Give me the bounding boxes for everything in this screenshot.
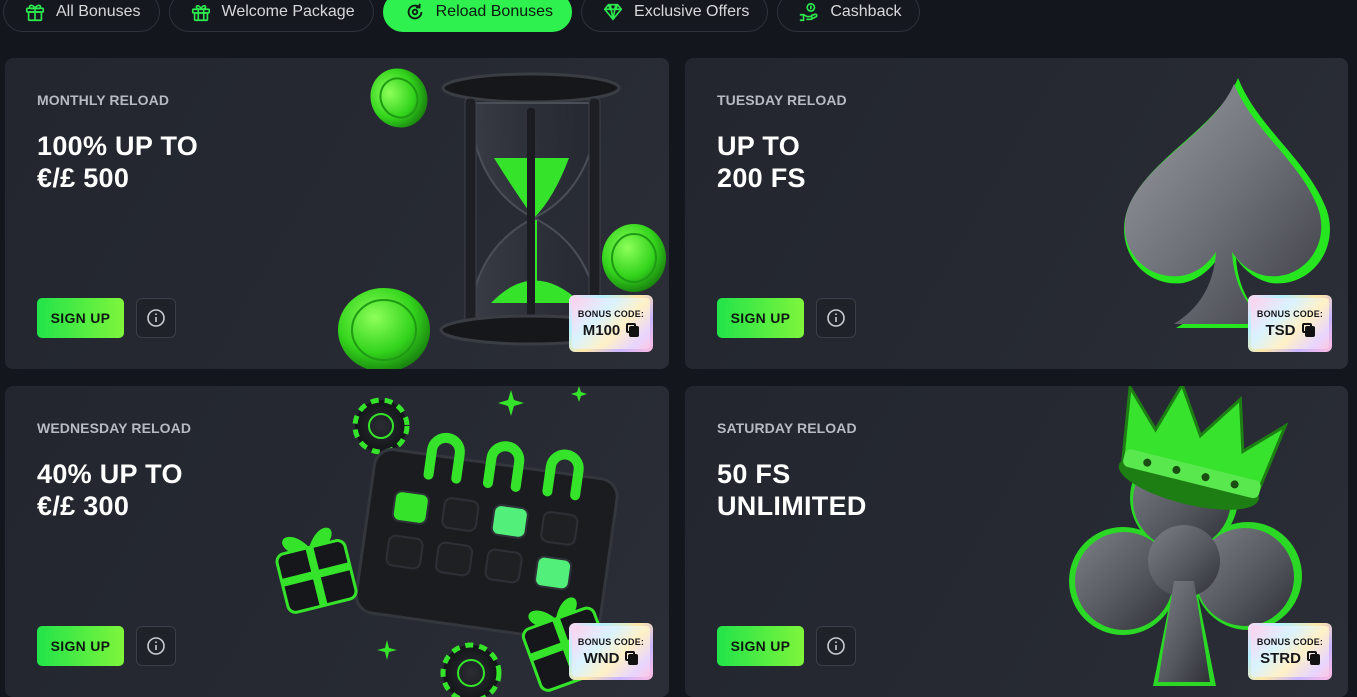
info-button[interactable] [816, 298, 856, 338]
cashback-hand-icon [800, 2, 818, 22]
bonus-code-badge[interactable]: BONUS CODE: WND [569, 623, 653, 680]
card-kicker: TUESDAY RELOAD [717, 92, 847, 108]
bonus-card-tuesday-reload: TUESDAY RELOAD UP TO 200 FS SIGN UP BONU… [685, 58, 1348, 369]
copy-icon[interactable] [626, 323, 640, 337]
info-button[interactable] [136, 298, 176, 338]
card-kicker: SATURDAY RELOAD [717, 420, 857, 436]
bonus-code-label: BONUS CODE: [1256, 636, 1324, 647]
tab-all-bonuses[interactable]: All Bonuses [3, 0, 160, 32]
headline-line-2: UNLIMITED [717, 491, 867, 521]
tab-welcome-package[interactable]: Welcome Package [168, 0, 374, 32]
card-headline: 40% UP TO €/£ 300 [37, 458, 183, 522]
headline-line-2: €/£ 300 [37, 491, 130, 521]
bonus-code-badge[interactable]: BONUS CODE: STRD [1248, 623, 1332, 680]
headline-line-1: UP TO [717, 131, 801, 161]
bonus-card-monthly-reload: MONTHLY RELOAD 100% UP TO €/£ 500 SIGN U… [5, 58, 669, 369]
bonus-code-badge[interactable]: BONUS CODE: M100 [569, 295, 653, 352]
bonus-code-label: BONUS CODE: [577, 308, 645, 319]
bonus-code-value: M100 [582, 321, 621, 339]
info-icon [147, 637, 165, 655]
info-button[interactable] [816, 626, 856, 666]
bonus-code-badge[interactable]: BONUS CODE: TSD [1248, 295, 1332, 352]
tab-label: Cashback [830, 3, 902, 20]
card-kicker: MONTHLY RELOAD [37, 92, 170, 108]
info-icon [827, 637, 845, 655]
tab-label: Exclusive Offers [634, 3, 750, 20]
sign-up-button[interactable]: SIGN UP [37, 298, 124, 338]
card-headline: 50 FS UNLIMITED [717, 458, 867, 522]
info-icon [147, 309, 165, 327]
bonus-card-saturday-reload: SATURDAY RELOAD 50 FS UNLIMITED SIGN UP … [685, 386, 1348, 697]
gift-icon [25, 4, 45, 22]
copy-icon[interactable] [625, 651, 639, 665]
tab-exclusive-offers[interactable]: Exclusive Offers [581, 0, 769, 32]
headline-line-1: 50 FS [717, 459, 791, 489]
tab-label: Reload Bonuses [435, 3, 554, 20]
headline-line-2: 200 FS [717, 163, 806, 193]
bonus-code-value: STRD [1260, 649, 1301, 667]
reload-icon [407, 3, 422, 20]
diamond-icon [603, 3, 623, 21]
tab-reload-bonuses[interactable]: Reload Bonuses [382, 0, 573, 32]
tab-label: Welcome Package [221, 3, 355, 20]
copy-icon[interactable] [1301, 323, 1315, 337]
bonus-code-value: WND [583, 649, 620, 667]
bonus-category-tabs: All Bonuses Welcome Package Reload Bonus… [0, 0, 921, 32]
info-icon [827, 309, 845, 327]
info-button[interactable] [136, 626, 176, 666]
card-headline: UP TO 200 FS [717, 130, 806, 194]
bonus-code-value: TSD [1265, 321, 1296, 339]
tab-cashback[interactable]: Cashback [777, 0, 921, 32]
sign-up-button[interactable]: SIGN UP [717, 626, 804, 666]
card-kicker: WEDNESDAY RELOAD [37, 420, 192, 436]
card-headline: 100% UP TO €/£ 500 [37, 130, 198, 194]
tab-label: All Bonuses [56, 3, 141, 20]
bonus-code-label: BONUS CODE: [1256, 308, 1324, 319]
copy-icon[interactable] [1306, 651, 1320, 665]
bonus-code-label: BONUS CODE: [577, 636, 645, 647]
sign-up-button[interactable]: SIGN UP [37, 626, 124, 666]
headline-line-1: 40% UP TO [37, 459, 183, 489]
headline-line-2: €/£ 500 [37, 163, 130, 193]
gift-box-icon [191, 4, 210, 22]
sign-up-button[interactable]: SIGN UP [717, 298, 804, 338]
bonus-card-wednesday-reload: WEDNESDAY RELOAD 40% UP TO €/£ 300 SIGN … [5, 386, 669, 697]
headline-line-1: 100% UP TO [37, 131, 199, 161]
